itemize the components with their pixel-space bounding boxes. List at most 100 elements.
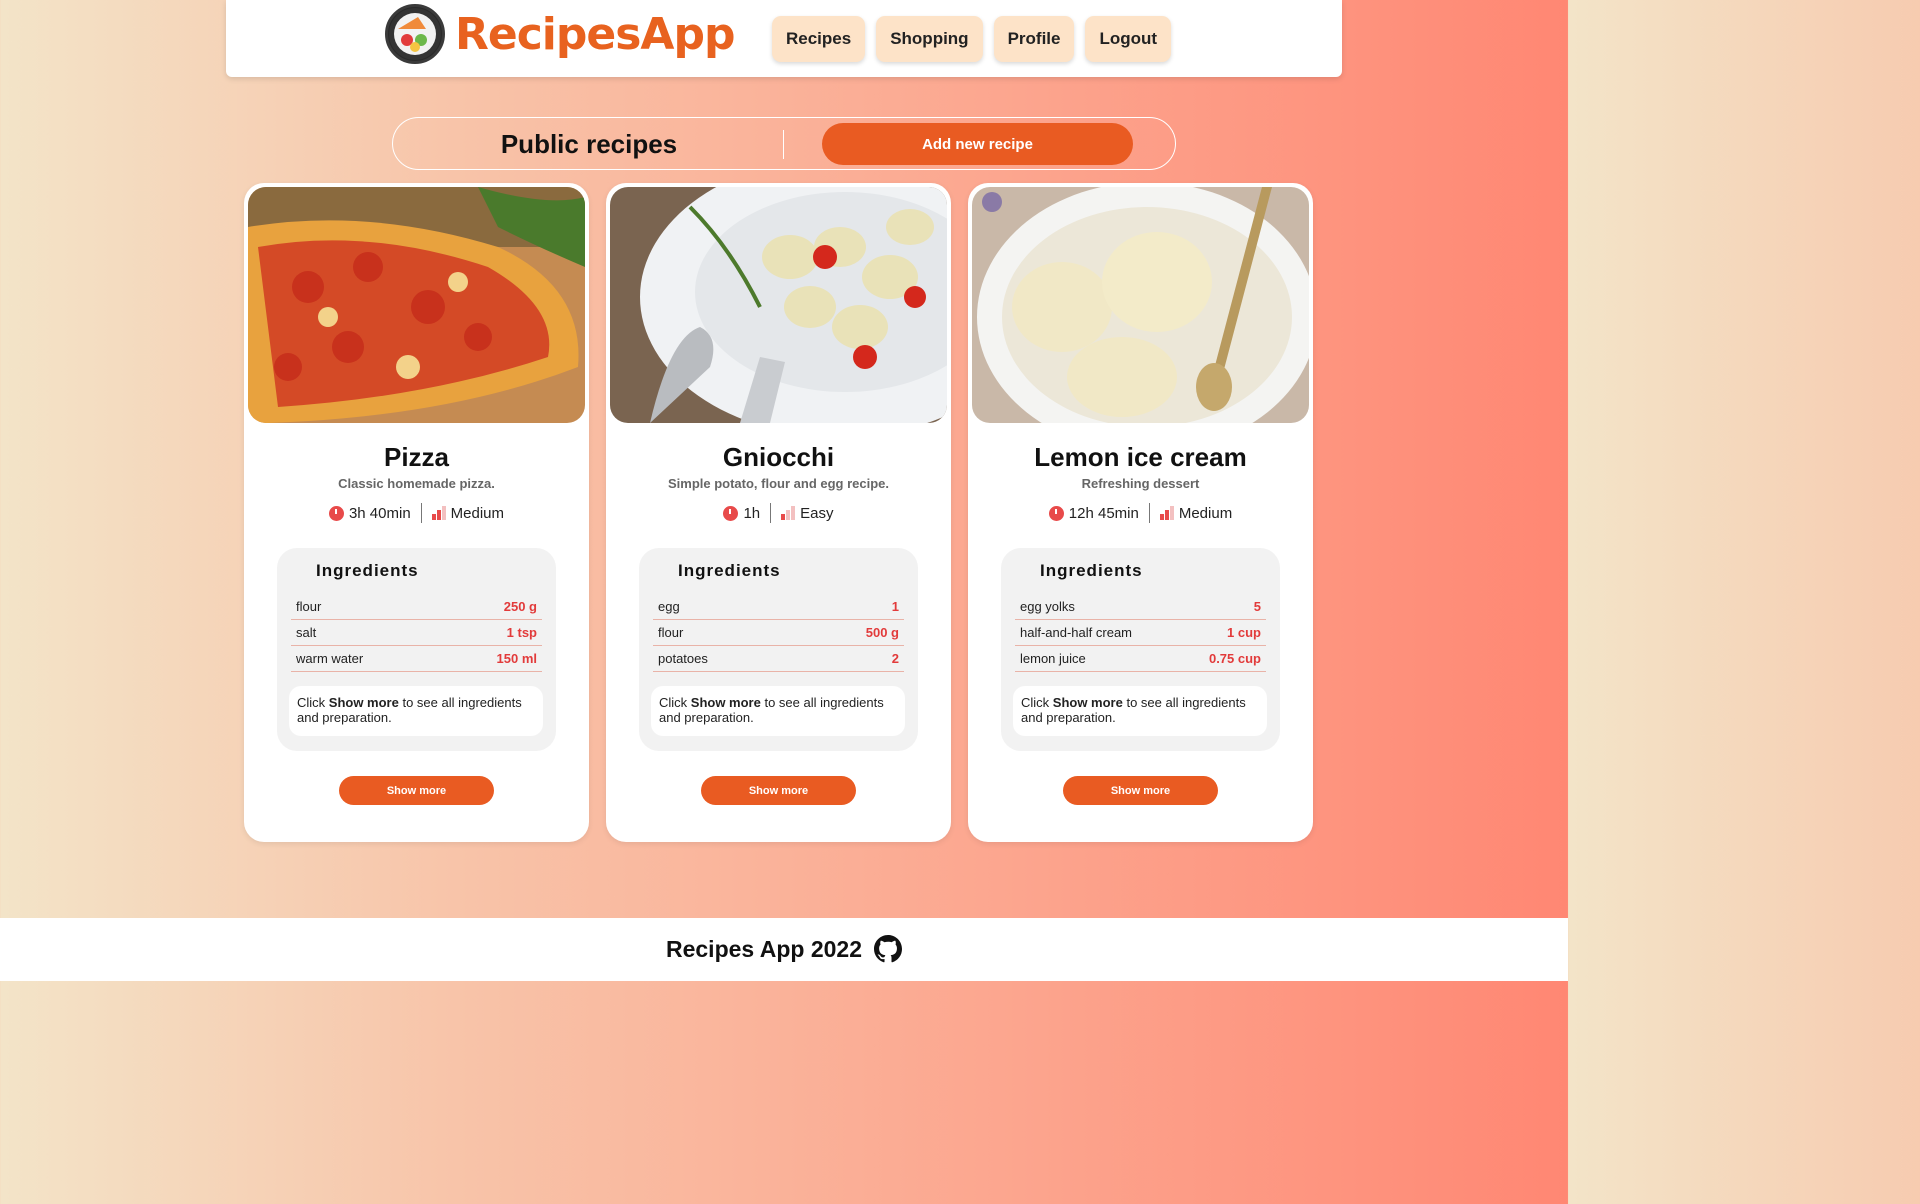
ingredient-name: salt [296,625,317,640]
ingredient-qty: 2 [891,651,899,666]
ingredient-row: lemon juice 0.75 cup [1015,646,1266,672]
hint-bold: Show more [1052,695,1123,710]
recipe-description: Refreshing dessert [1081,476,1200,491]
difficulty-bars-icon [1159,506,1174,520]
nav-profile-button[interactable]: Profile [993,16,1075,62]
ingredient-name: flour [658,625,684,640]
ingredient-qty: 250 g [503,599,537,614]
clock-icon [328,505,344,521]
recipe-difficulty: Medium [431,504,505,522]
ingredients-hint: Click Show more to see all ingredients a… [289,686,543,736]
ingredient-name: warm water [296,651,364,666]
logo-food-bowl-icon [385,4,445,64]
logo-text: RecipesApp [455,8,735,60]
ingredient-qty: 150 ml [496,651,537,666]
ingredients-box: Ingredients flour 250 g salt 1 tsp warm wa… [277,548,556,751]
recipe-meta: 3h 40min Medium [244,503,589,523]
logo[interactable]: RecipesApp [385,4,735,64]
recipe-time: 1h [723,505,760,522]
recipe-description: Classic homemade pizza. [338,476,495,491]
show-more-button[interactable]: Show more [701,776,856,805]
recipe-image-gniocchi [610,187,947,423]
recipe-difficulty-value: Medium [450,504,505,522]
recipe-card-lemon-ice-cream: Lemon ice cream Refreshing dessert 12h 4… [968,183,1313,842]
hint-bold: Show more [690,695,761,710]
show-more-button[interactable]: Show more [1063,776,1218,805]
main-nav: Recipes Shopping Profile Logout [772,16,1172,62]
recipe-image-pizza [248,187,585,423]
ingredient-qty: 0.75 cup [1208,651,1261,666]
recipe-description: Simple potato, flour and egg recipe. [667,476,890,491]
page-title-bar: Public recipes Add new recipe [392,117,1176,170]
page-title: Public recipes [500,129,678,159]
ingredient-name: flour [296,599,322,614]
recipe-time-value: 12h 45min [1068,504,1139,522]
ingredients-hint: Click Show more to see all ingredients a… [1013,686,1267,736]
hint-prefix: Click [1021,695,1053,710]
difficulty-bars-icon [781,506,796,520]
ingredients-box: Ingredients egg yolks 5 half-and-half cre… [1001,548,1280,751]
footer: Recipes App 2022 [0,918,1568,981]
ingredient-row: flour 250 g [291,594,542,620]
recipe-card-gniocchi: Gniocchi Simple potato, flour and egg re… [606,183,951,842]
ingredients-list: flour 250 g salt 1 tsp warm water 150 ml [291,594,542,672]
recipe-image-lemon-ice-cream [972,187,1309,423]
meta-divider [770,503,772,523]
recipe-meta: 12h 45min Medium [968,503,1313,523]
ingredient-row: half-and-half cream 1 cup [1015,620,1266,646]
ingredient-qty: 1 cup [1227,625,1261,640]
clock-icon [723,505,739,521]
ingredient-row: potatoes 2 [653,646,904,672]
ingredient-name: lemon juice [1020,651,1086,666]
recipe-difficulty-value: Medium [1178,504,1233,522]
recipe-title: Lemon ice cream [1034,442,1247,472]
ingredient-qty: 500 g [865,625,899,640]
recipe-time: 3h 40min [328,505,411,522]
title-divider [783,130,784,159]
github-icon[interactable] [874,935,903,963]
ingredient-name: egg [658,599,680,614]
ingredients-list: egg yolks 5 half-and-half cream 1 cup lemo… [1015,594,1266,672]
clock-icon [1048,505,1064,521]
recipe-title: Pizza [383,442,450,472]
meta-divider [420,503,422,523]
hint-prefix: Click [659,695,691,710]
footer-content: Recipes App 2022 [0,935,1568,963]
recipe-card-pizza: Pizza Classic homemade pizza. 3h 40min M… [244,183,589,842]
ingredients-title: Ingredients [678,561,781,580]
ingredient-qty: 5 [1253,599,1261,614]
recipe-difficulty-value: Easy [800,504,834,522]
ingredient-qty: 1 tsp [506,625,537,640]
hint-bold: Show more [328,695,399,710]
ingredients-title: Ingredients [1040,561,1143,580]
top-navbar: RecipesApp Recipes Shopping Profile Logo… [226,0,1342,77]
recipe-time-value: 1h [743,504,761,522]
recipe-time: 12h 45min [1048,504,1139,522]
footer-text: Recipes App 2022 [665,935,863,962]
ingredient-row: warm water 150 ml [291,646,542,672]
nav-shopping-button[interactable]: Shopping [876,16,983,62]
ingredient-qty: 1 [891,599,899,614]
meta-divider [1148,503,1150,523]
show-more-button[interactable]: Show more [339,776,494,805]
recipe-difficulty: Medium [1159,504,1233,522]
ingredient-row: egg 1 [653,594,904,620]
nav-recipes-button[interactable]: Recipes [772,16,866,62]
ingredient-row: flour 500 g [653,620,904,646]
ingredients-hint: Click Show more to see all ingredients a… [651,686,905,736]
ingredient-name: half-and-half cream [1020,625,1132,640]
nav-logout-button[interactable]: Logout [1085,16,1172,62]
difficulty-bars-icon [431,506,446,520]
recipe-meta: 1h Easy [606,503,951,523]
ingredient-name: egg yolks [1020,599,1075,614]
recipe-title: Gniocchi [722,442,835,472]
ingredient-row: egg yolks 5 [1015,594,1266,620]
ingredient-name: potatoes [658,651,708,666]
ingredients-list: egg 1 flour 500 g potatoes 2 [653,594,904,672]
ingredient-row: salt 1 tsp [291,620,542,646]
ingredients-title: Ingredients [316,561,419,580]
hint-prefix: Click [297,695,329,710]
ingredients-box: Ingredients egg 1 flour 500 g potatoes 2 Cl… [639,548,918,751]
add-new-recipe-button[interactable]: Add new recipe [822,123,1133,165]
recipe-difficulty: Easy [781,504,834,522]
